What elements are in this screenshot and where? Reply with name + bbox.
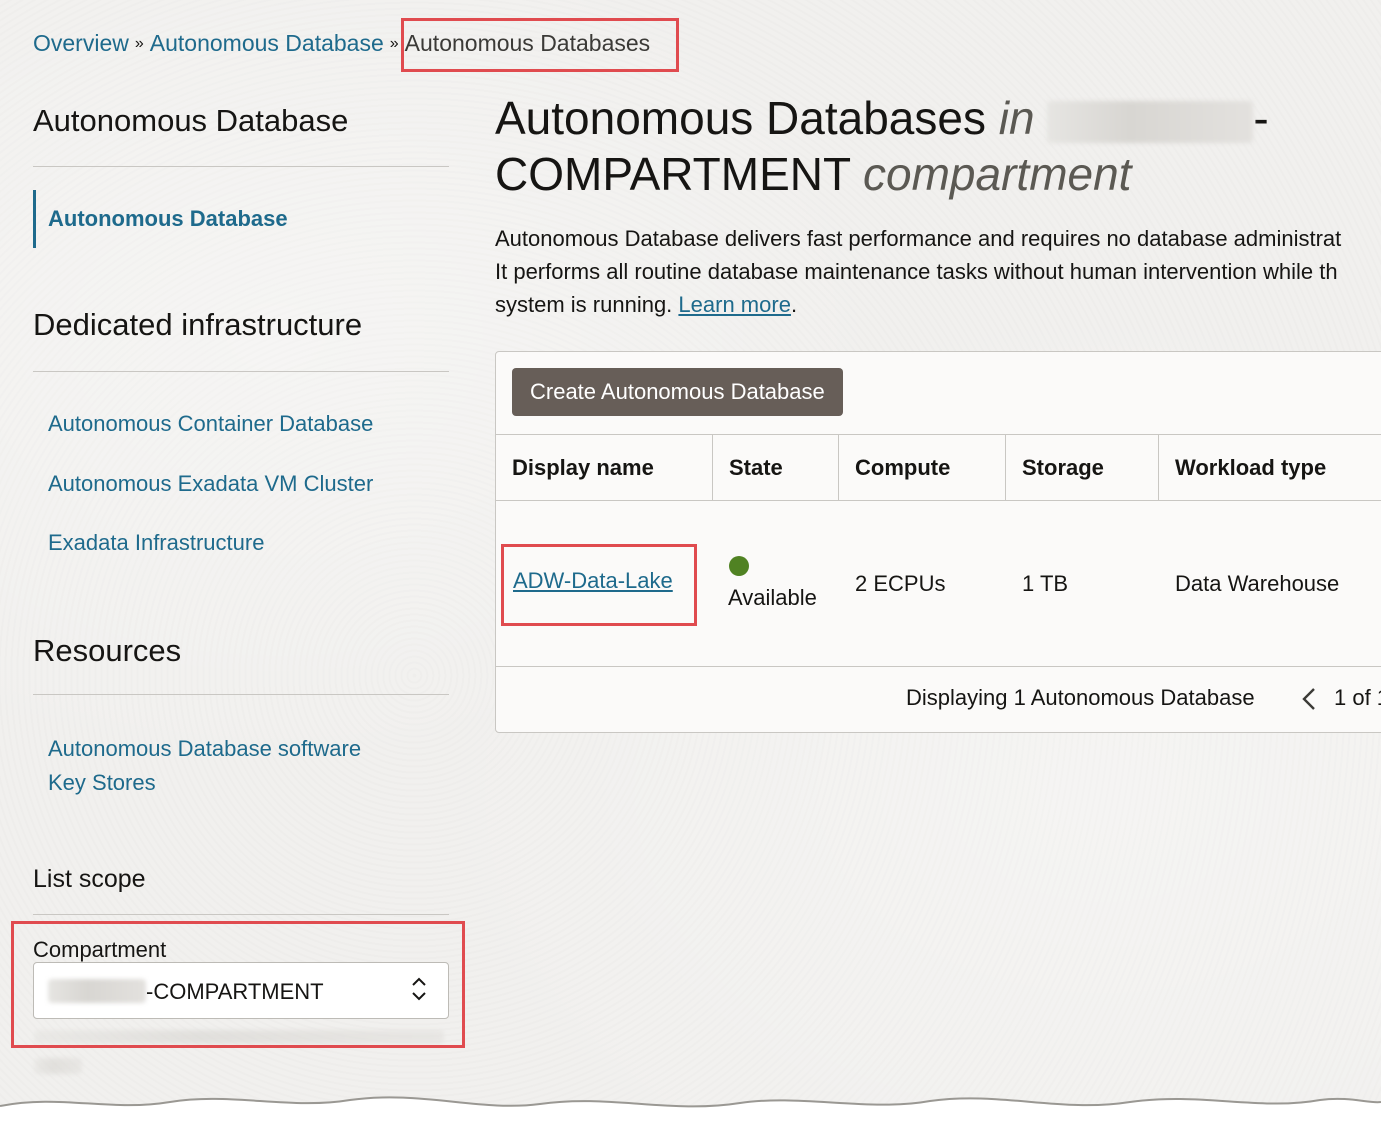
chevron-up-down-icon xyxy=(410,975,428,1004)
page-title-suffix: compartment xyxy=(863,148,1132,200)
breadcrumb-overview[interactable]: Overview xyxy=(33,30,129,57)
table-row: ADW-Data-Lake Available 2 ECPUs 1 TB Dat… xyxy=(496,501,1381,667)
divider xyxy=(33,166,449,167)
column-workload-type[interactable]: Workload type xyxy=(1158,435,1381,500)
state-label: Available xyxy=(728,585,817,610)
breadcrumb-current: Autonomous Databases xyxy=(404,30,651,56)
description-line: It performs all routine database mainten… xyxy=(495,259,1338,284)
description-text: system is running. xyxy=(495,292,673,317)
torn-edge-decoration xyxy=(0,1096,1381,1126)
divider xyxy=(33,694,449,695)
divider xyxy=(33,914,449,915)
redacted-text xyxy=(48,979,146,1003)
page-title-in: in xyxy=(998,92,1035,144)
sidebar: Autonomous Database Autonomous Database … xyxy=(33,98,449,965)
page-title: Autonomous Databases in - COMPARTMENT co… xyxy=(495,90,1381,202)
dedicated-heading: Dedicated infrastructure xyxy=(33,307,363,342)
cell-compute: 2 ECPUs xyxy=(855,571,946,596)
results-count: Displaying 1 Autonomous Database xyxy=(906,685,1255,710)
column-display-name[interactable]: Display name xyxy=(496,435,712,500)
database-link[interactable]: ADW-Data-Lake xyxy=(513,568,673,593)
redacted-text xyxy=(1047,100,1254,143)
description-period: . xyxy=(790,292,798,317)
sidebar-item-label: Key Stores xyxy=(48,770,156,795)
sidebar-item-exadata-infrastructure[interactable]: Exadata Infrastructure xyxy=(33,528,449,558)
available-status-icon xyxy=(729,556,749,576)
page-title-dash: - xyxy=(1253,92,1269,144)
breadcrumb-separator: » xyxy=(389,34,399,52)
sidebar-item-label: Autonomous Database software xyxy=(48,736,362,761)
learn-more-link[interactable]: Learn more xyxy=(678,292,791,317)
redacted-text xyxy=(34,1058,82,1074)
sidebar-item-exadata-vm-cluster[interactable]: Autonomous Exadata VM Cluster xyxy=(33,469,449,499)
column-compute[interactable]: Compute xyxy=(838,435,1005,500)
main-content: Autonomous Databases in - COMPARTMENT co… xyxy=(495,90,1381,321)
compartment-select[interactable]: -COMPARTMENT xyxy=(33,962,449,1019)
list-scope-heading: List scope xyxy=(33,865,146,893)
cell-state xyxy=(729,556,749,582)
cell-display-name: ADW-Data-Lake xyxy=(513,568,673,594)
create-autonomous-database-button[interactable]: Create Autonomous Database xyxy=(512,368,843,416)
sidebar-heading: Autonomous Database xyxy=(33,103,349,138)
sidebar-item-container-database[interactable]: Autonomous Container Database xyxy=(33,409,449,439)
sidebar-item-software-key-stores[interactable]: Autonomous Database software Key Stores xyxy=(33,732,449,800)
table-header: Display name State Compute Storage Workl… xyxy=(496,434,1381,501)
page-title-compartment: COMPARTMENT xyxy=(495,148,851,200)
column-storage[interactable]: Storage xyxy=(1005,435,1158,500)
cell-workload: Data Warehouse xyxy=(1175,571,1340,596)
breadcrumb-separator: » xyxy=(134,34,144,52)
pager-status: 1 of 1 xyxy=(1334,685,1381,710)
redacted-text xyxy=(34,1030,444,1044)
chevron-left-icon[interactable] xyxy=(1300,685,1320,720)
breadcrumb-autonomous-database[interactable]: Autonomous Database xyxy=(150,30,384,57)
databases-panel: Create Autonomous Database Display name … xyxy=(495,351,1381,733)
description-line: Autonomous Database delivers fast perfor… xyxy=(495,226,1342,251)
compartment-value: -COMPARTMENT xyxy=(146,979,324,1004)
compartment-label: Compartment xyxy=(33,937,167,962)
breadcrumb: Overview » Autonomous Database » Autonom… xyxy=(33,30,650,57)
resources-heading: Resources xyxy=(33,633,182,668)
cell-storage: 1 TB xyxy=(1022,571,1069,596)
divider xyxy=(33,371,449,372)
column-state[interactable]: State xyxy=(712,435,838,500)
page-title-text: Autonomous Databases xyxy=(495,92,986,144)
sidebar-item-autonomous-database[interactable]: Autonomous Database xyxy=(33,190,449,248)
page-description: Autonomous Database delivers fast perfor… xyxy=(495,222,1381,321)
description-line: system is running. Learn more. xyxy=(495,288,1381,321)
